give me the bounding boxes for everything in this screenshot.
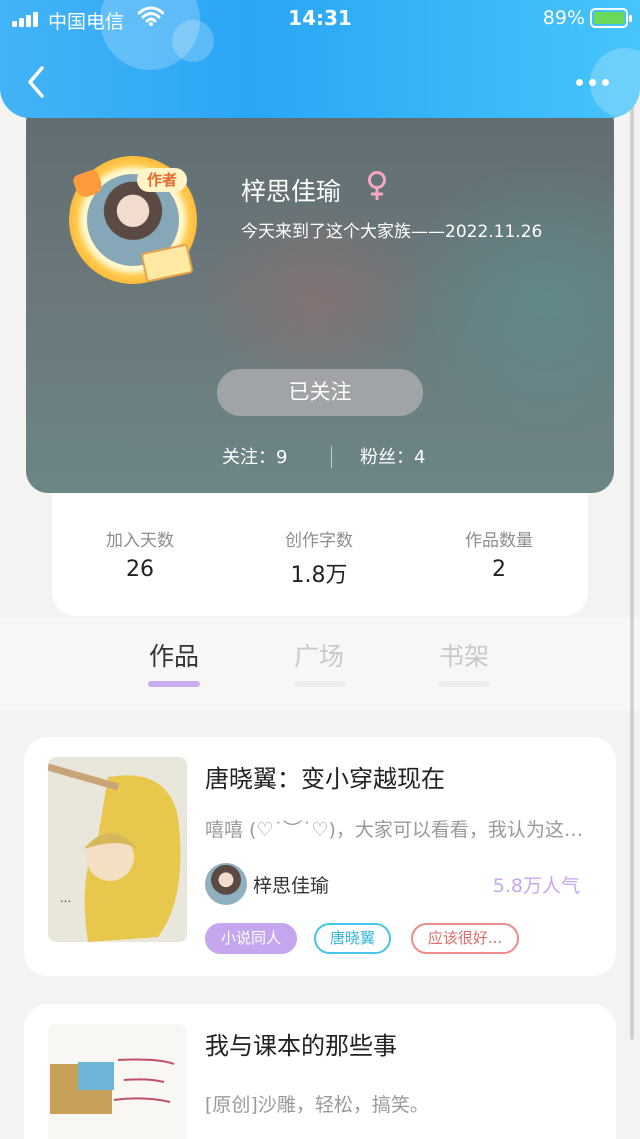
svg-text:…: … <box>60 892 71 905</box>
stat-label: 创作字数 <box>285 531 353 551</box>
followers-count[interactable]: 粉丝：4 <box>360 443 425 469</box>
author-avatar[interactable] <box>205 863 247 905</box>
tab-bookshelf[interactable]: 书架 <box>424 637 504 673</box>
stat-label: 加入天数 <box>106 531 174 551</box>
female-icon <box>368 171 386 200</box>
stat-value: 26 <box>126 557 154 582</box>
stat-value: 1.8万 <box>290 563 348 588</box>
more-options-button[interactable] <box>574 74 612 92</box>
following-count[interactable]: 关注：9 <box>222 443 287 469</box>
status-bar: 中国电信 14:31 89% <box>0 0 640 38</box>
work-description: 嘻嘻 (♡˙︶˙♡)，大家可以看看，我认为这个作品还不错，希望大家喜欢 <box>205 819 600 841</box>
stat-value: 2 <box>492 557 506 582</box>
profile-name: 梓思佳瑜 <box>241 177 342 206</box>
author-badge: 作者 <box>137 168 188 192</box>
tab-indicator-active <box>148 681 200 687</box>
avatar[interactable]: 作者 <box>69 156 199 286</box>
top-header: 中国电信 14:31 89% <box>0 0 640 118</box>
author-name[interactable]: 梓思佳瑜 <box>253 871 329 898</box>
tag-comment[interactable]: 应该很好... <box>411 923 519 954</box>
tab-indicator <box>294 681 346 687</box>
stat-label: 作品数量 <box>465 531 533 551</box>
work-cover-image[interactable]: … <box>48 757 187 942</box>
work-title[interactable]: 唐晓翼：变小穿越现在 <box>205 759 445 794</box>
work-title[interactable]: 我与课本的那些事 <box>205 1026 397 1061</box>
tab-indicator <box>438 681 490 687</box>
tag-fanfic[interactable]: 小说同人 <box>205 923 298 954</box>
back-arrow-icon[interactable] <box>22 64 52 100</box>
work-card[interactable]: 我与课本的那些事 [原创]沙雕，轻松，搞笑。 <box>24 1004 616 1139</box>
stat-word-count: 创作字数 1.8万 <box>249 526 389 589</box>
scrollbar[interactable] <box>630 40 634 1040</box>
tab-square[interactable]: 广场 <box>279 637 359 673</box>
battery-percent: 89% <box>542 7 585 29</box>
work-description: [原创]沙雕，轻松，搞笑。 <box>205 1094 429 1116</box>
tab-bar: 作品 广场 书架 <box>0 617 640 711</box>
followed-button[interactable]: 已关注 <box>217 369 423 416</box>
popularity-count: 5.8万人气 <box>492 875 580 897</box>
battery-icon <box>590 8 632 28</box>
work-card[interactable]: … 唐晓翼：变小穿越现在 嘻嘻 (♡˙︶˙♡)，大家可以看看，我认为这个作品还不… <box>24 737 616 976</box>
tag-character[interactable]: 唐晓翼 <box>314 923 392 954</box>
stat-join-days: 加入天数 26 <box>70 526 210 582</box>
stat-works-count: 作品数量 2 <box>429 526 569 582</box>
divider <box>331 446 332 468</box>
tab-works[interactable]: 作品 <box>134 637 214 673</box>
profile-card: 作者 梓思佳瑜 今天来到了这个大家族——2022.11.26 已关注 关注：9 … <box>26 100 614 493</box>
profile-intro: 今天来到了这个大家族——2022.11.26 <box>241 222 543 242</box>
work-cover-image[interactable] <box>48 1024 187 1139</box>
